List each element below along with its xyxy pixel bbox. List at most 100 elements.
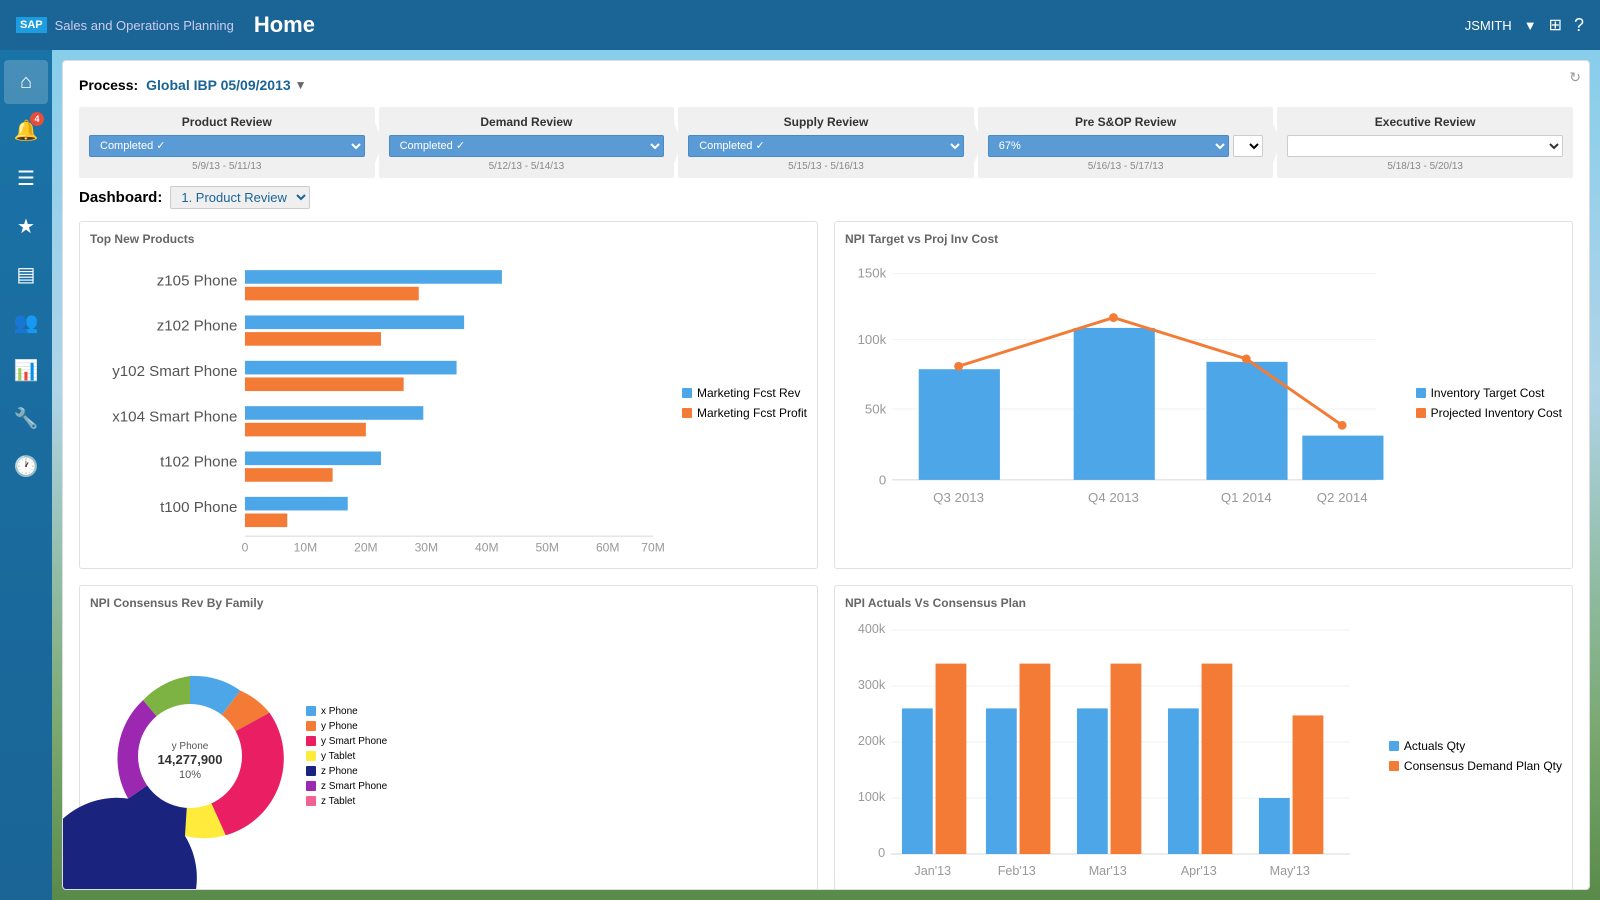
wrench-icon: 🔧 bbox=[14, 406, 39, 431]
sidebar-item-tasks[interactable]: ☰ bbox=[4, 156, 48, 200]
legend-item-actuals: Actuals Qty bbox=[1389, 739, 1562, 753]
svg-text:70M: 70M bbox=[641, 540, 665, 554]
step-presop-review-dropdown[interactable]: 67% bbox=[988, 135, 1230, 157]
sidebar-item-tools[interactable]: 🔧 bbox=[4, 396, 48, 440]
users-icon: 👥 bbox=[14, 310, 39, 335]
svg-text:10%: 10% bbox=[179, 769, 201, 781]
legend-dot-ysmartphone bbox=[306, 736, 316, 746]
svg-text:0: 0 bbox=[878, 846, 885, 860]
app-title: Sales and Operations Planning bbox=[55, 18, 234, 33]
chart-npi-consensus-title: NPI Consensus Rev By Family bbox=[90, 596, 807, 610]
process-label: Process: bbox=[79, 77, 138, 93]
process-header: Process: Global IBP 05/09/2013 ▼ bbox=[79, 77, 1573, 93]
chart-npi-target-title: NPI Target vs Proj Inv Cost bbox=[845, 232, 1562, 246]
legend-label-marketing-rev: Marketing Fcst Rev bbox=[697, 386, 800, 400]
legend-item-ysmartphone: y Smart Phone bbox=[306, 736, 387, 747]
legend-label-marketing-profit: Marketing Fcst Profit bbox=[697, 406, 807, 420]
legend-dot-inv-target bbox=[1416, 388, 1426, 398]
legend-item-marketing-rev: Marketing Fcst Rev bbox=[682, 386, 807, 400]
step-supply-review-title: Supply Review bbox=[688, 115, 964, 129]
svg-text:y Phone: y Phone bbox=[172, 741, 209, 752]
user-info: JSMITH ▼ ⊞ ? bbox=[1465, 15, 1584, 36]
sidebar-item-history[interactable]: 🕐 bbox=[4, 444, 48, 488]
legend-dot-xphone bbox=[306, 706, 316, 716]
svg-text:40M: 40M bbox=[475, 540, 499, 554]
svg-text:May'13: May'13 bbox=[1270, 864, 1310, 878]
svg-text:y102 Smart Phone: y102 Smart Phone bbox=[112, 363, 237, 380]
svg-text:100k: 100k bbox=[858, 790, 886, 804]
legend-dot-zsmartphone bbox=[306, 781, 316, 791]
alert-badge: 4 bbox=[30, 112, 44, 126]
step-supply-review-date: 5/15/13 - 5/16/13 bbox=[688, 161, 964, 172]
help-icon[interactable]: ? bbox=[1574, 15, 1584, 36]
step-supply-review: Supply Review Completed ✓ 5/15/13 - 5/16… bbox=[678, 107, 974, 178]
svg-text:10M: 10M bbox=[294, 540, 318, 554]
legend-label-ztablet: z Tablet bbox=[321, 796, 355, 807]
sidebar-item-favorites[interactable]: ★ bbox=[4, 204, 48, 248]
legend-label-inv-target: Inventory Target Cost bbox=[1431, 386, 1545, 400]
step-supply-review-status: Completed ✓ bbox=[688, 135, 964, 157]
step-product-review-dropdown[interactable]: Completed ✓ bbox=[89, 135, 365, 157]
user-dropdown-icon[interactable]: ▼ bbox=[1524, 18, 1537, 33]
content-panel: Process: Global IBP 05/09/2013 ▼ Product… bbox=[62, 60, 1590, 890]
svg-text:300k: 300k bbox=[858, 678, 886, 692]
legend-item-consensus: Consensus Demand Plan Qty bbox=[1389, 759, 1562, 773]
legend-dot-zphone bbox=[306, 766, 316, 776]
npi-target-svg: 150k 100k 50k 0 bbox=[845, 252, 1406, 554]
username[interactable]: JSMITH bbox=[1465, 18, 1512, 33]
sidebar-item-users[interactable]: 👥 bbox=[4, 300, 48, 344]
step-presop-review-arrow[interactable] bbox=[1233, 135, 1263, 157]
step-executive-review-date: 5/18/13 - 5/20/13 bbox=[1287, 161, 1563, 172]
legend-item-xphone: x Phone bbox=[306, 706, 387, 717]
svg-text:200k: 200k bbox=[858, 734, 886, 748]
legend-dot-ztablet bbox=[306, 796, 316, 806]
step-product-review-title: Product Review bbox=[89, 115, 365, 129]
chart-npi-target: NPI Target vs Proj Inv Cost 150k 100k 50… bbox=[834, 221, 1573, 569]
top-bar: SAP Sales and Operations Planning Home J… bbox=[0, 0, 1600, 50]
refresh-icon[interactable]: ↻ bbox=[1569, 69, 1581, 86]
legend-label-xphone: x Phone bbox=[321, 706, 358, 717]
sidebar-item-items[interactable]: ▤ bbox=[4, 252, 48, 296]
svg-text:0: 0 bbox=[879, 472, 886, 487]
legend-item-ytablet: y Tablet bbox=[306, 751, 387, 762]
svg-text:Q4 2013: Q4 2013 bbox=[1088, 490, 1139, 505]
svg-text:Apr'13: Apr'13 bbox=[1181, 864, 1217, 878]
clock-icon: 🕐 bbox=[14, 454, 39, 479]
legend-label-zphone: z Phone bbox=[321, 766, 358, 777]
sidebar-item-charts[interactable]: 📊 bbox=[4, 348, 48, 392]
svg-text:x104 Smart Phone: x104 Smart Phone bbox=[112, 408, 237, 425]
grid-icon[interactable]: ⊞ bbox=[1549, 15, 1562, 35]
sidebar-item-alerts[interactable]: 🔔 4 bbox=[4, 108, 48, 152]
svg-text:0: 0 bbox=[242, 540, 249, 554]
step-supply-review-dropdown[interactable]: Completed ✓ bbox=[688, 135, 964, 157]
npi-actuals-svg: 400k 300k 200k 100k 0 bbox=[845, 616, 1379, 890]
legend-label-proj-inv: Projected Inventory Cost bbox=[1431, 406, 1562, 420]
chart-top-new-products: Top New Products z105 Phone z102 Phone bbox=[79, 221, 818, 569]
legend-dot-orange bbox=[682, 408, 692, 418]
chart-top-new-products-title: Top New Products bbox=[90, 232, 807, 246]
svg-text:Q2 2014: Q2 2014 bbox=[1317, 490, 1368, 505]
step-demand-review-dropdown[interactable]: Completed ✓ bbox=[389, 135, 665, 157]
legend-label-ytablet: y Tablet bbox=[321, 751, 355, 762]
legend-item-ztablet: z Tablet bbox=[306, 796, 387, 807]
step-executive-review-status bbox=[1287, 135, 1563, 157]
sap-logo: SAP bbox=[16, 17, 47, 33]
legend-label-consensus: Consensus Demand Plan Qty bbox=[1404, 759, 1562, 773]
legend-dot-blue bbox=[682, 388, 692, 398]
sidebar: ⌂ 🔔 4 ☰ ★ ▤ 👥 📊 🔧 🕐 bbox=[0, 50, 52, 900]
dashboard-select[interactable]: 1. Product Review bbox=[170, 186, 310, 209]
tasks-icon: ☰ bbox=[17, 166, 35, 191]
charts-grid: Top New Products z105 Phone z102 Phone bbox=[79, 221, 1573, 887]
legend-dot-ytablet bbox=[306, 751, 316, 761]
chart-npi-actuals-title: NPI Actuals Vs Consensus Plan bbox=[845, 596, 1562, 610]
step-presop-review-status: 67% bbox=[988, 135, 1264, 157]
process-dropdown[interactable]: ▼ bbox=[295, 78, 307, 92]
svg-text:t100 Phone: t100 Phone bbox=[160, 499, 237, 516]
steps-container: Product Review Completed ✓ 5/9/13 - 5/11… bbox=[79, 107, 1573, 178]
step-executive-review-dropdown[interactable] bbox=[1287, 135, 1563, 157]
sidebar-item-home[interactable]: ⌂ bbox=[4, 60, 48, 104]
step-demand-review: Demand Review Completed ✓ 5/12/13 - 5/14… bbox=[379, 107, 675, 178]
list-icon: ▤ bbox=[17, 262, 36, 287]
step-executive-review-title: Executive Review bbox=[1287, 115, 1563, 129]
step-demand-review-status: Completed ✓ bbox=[389, 135, 665, 157]
